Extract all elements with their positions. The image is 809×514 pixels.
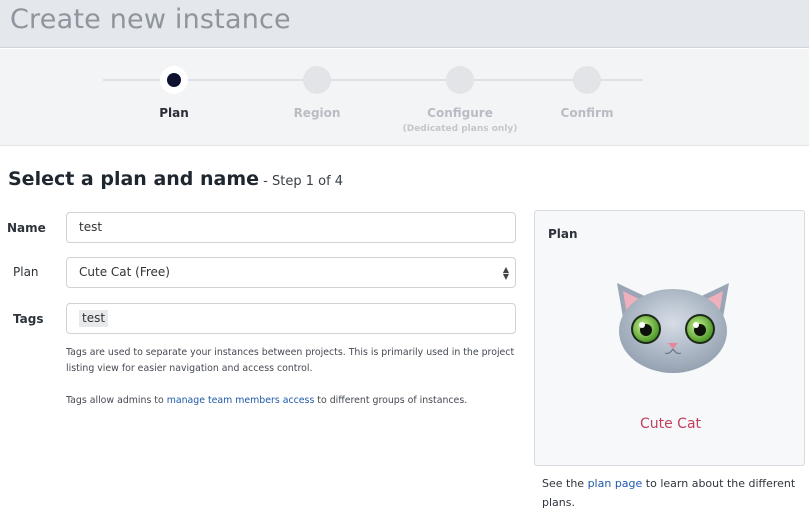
help-suffix: to different groups of instances.: [314, 395, 468, 406]
step-label-region: Region: [293, 106, 341, 120]
note-prefix: See the: [542, 477, 588, 490]
plan-select-value: Cute Cat (Free): [79, 265, 170, 279]
manage-team-access-link[interactable]: manage team members access: [167, 395, 315, 406]
plan-name: Cute Cat: [639, 416, 702, 432]
plan-page-link[interactable]: plan page: [588, 477, 643, 490]
step-sublabel-configure: (Dedicated plans only): [402, 124, 518, 134]
progress-stepper: Plan Region Configure (Dedicated plans o…: [0, 49, 809, 146]
step-counter: - Step 1 of 4: [259, 174, 344, 189]
page-title: Create new instance: [10, 4, 291, 35]
step-dot-configure: [446, 66, 474, 94]
tags-input[interactable]: test: [66, 303, 516, 334]
cute-cat-icon: [617, 283, 729, 373]
step-dot-confirm: [573, 66, 601, 94]
step-label-plan: Plan: [159, 106, 189, 120]
plan-card-title: Plan: [548, 227, 578, 241]
plan-card: Plan Cute Cat: [534, 210, 805, 466]
plan-page-note: See the plan page to learn about the dif…: [542, 474, 807, 512]
tag-chip[interactable]: test: [79, 310, 109, 327]
section-title-text: Select a plan and name: [8, 168, 260, 190]
tags-help-text: Tags are used to separate your instances…: [66, 347, 515, 374]
tags-label: Tags: [13, 312, 44, 326]
step-label-confirm: Confirm: [560, 106, 614, 120]
step-dot-plan: [160, 66, 188, 94]
help-prefix: Tags allow admins to: [66, 395, 167, 406]
select-arrows-icon: ▲ ▼: [502, 265, 509, 281]
plan-select[interactable]: Cute Cat (Free) ▲ ▼: [66, 257, 516, 288]
name-input[interactable]: test: [66, 212, 516, 243]
plan-label: Plan: [13, 265, 39, 279]
name-label: Name: [7, 221, 46, 235]
name-input-value: test: [79, 220, 103, 234]
tags-admin-help-text: Tags allow admins to manage team members…: [66, 393, 531, 409]
section-title: Select a plan and name - Step 1 of 4: [8, 168, 343, 190]
page-header: Create new instance: [0, 0, 809, 48]
step-dot-region: [303, 66, 331, 94]
